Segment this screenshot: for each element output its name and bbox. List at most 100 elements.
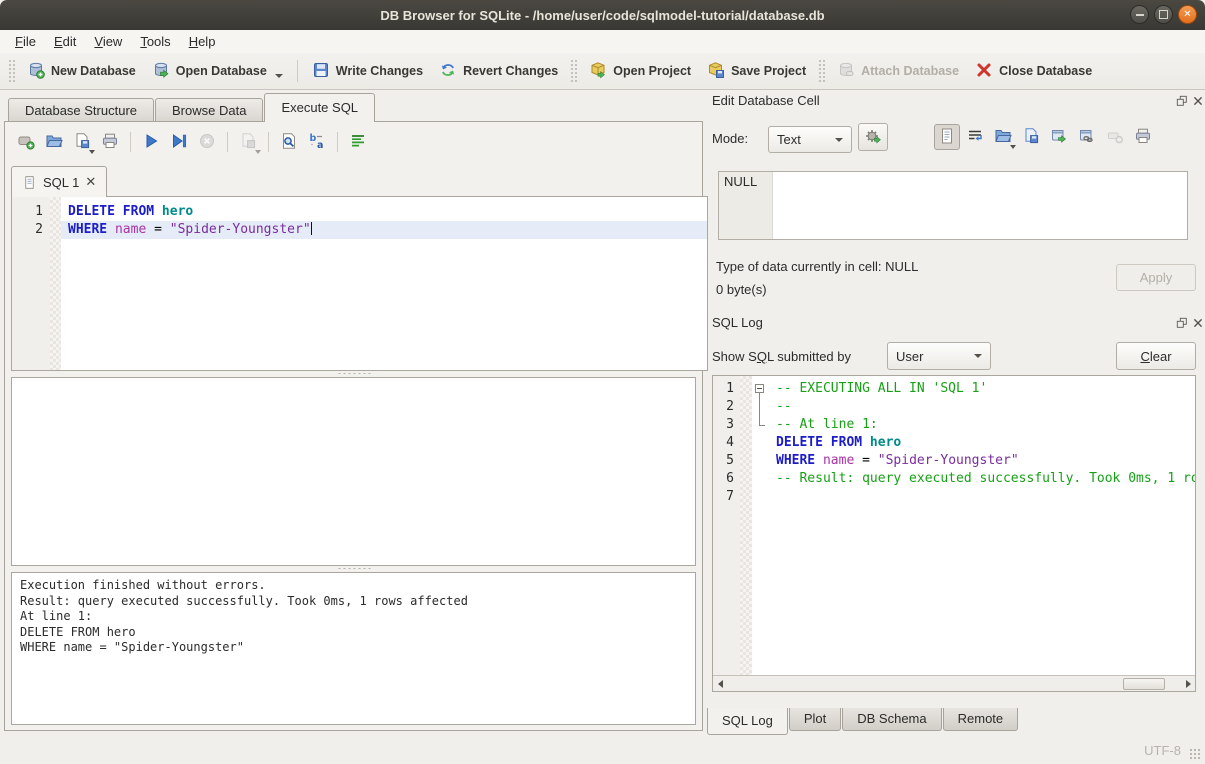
main-tab[interactable]: Browse Data <box>155 98 263 122</box>
menu-item[interactable]: View <box>85 32 131 51</box>
print-cell-button[interactable] <box>1130 124 1156 150</box>
sql-document-tab[interactable]: SQL 1 ✕ <box>11 166 107 197</box>
scrollbar-thumb[interactable] <box>1123 678 1165 690</box>
revert-changes-button[interactable]: Revert Changes <box>431 57 566 86</box>
copy-link-button[interactable] <box>1074 124 1100 150</box>
fold-marker[interactable] <box>752 470 769 488</box>
toolbar-drag-handle <box>818 59 825 83</box>
menu-item[interactable]: Help <box>180 32 225 51</box>
titlebar[interactable]: DB Browser for SQLite - /home/user/code/… <box>0 0 1205 30</box>
print-icon <box>101 132 119 153</box>
log-filter-select[interactable]: User <box>887 342 991 370</box>
scroll-right-icon[interactable] <box>1181 677 1195 691</box>
fold-marker[interactable] <box>752 380 769 398</box>
new-sql-tab-icon <box>17 132 35 153</box>
maximize-button[interactable] <box>1154 5 1173 24</box>
execution-message-pane[interactable]: Execution finished without errors.Result… <box>11 572 696 725</box>
close-panel-icon[interactable] <box>1192 95 1204 107</box>
export-data-button[interactable] <box>1018 124 1044 150</box>
code-line: 3 -- At line 1: <box>713 416 1195 434</box>
open-database-button[interactable]: Open Database <box>144 57 291 86</box>
apply-gear-button[interactable] <box>858 123 888 151</box>
line-number: 2 <box>713 398 740 416</box>
open-project-button[interactable]: Open Project <box>581 57 699 86</box>
dock-tab[interactable]: DB Schema <box>842 708 941 731</box>
menu-item[interactable]: Tools <box>131 32 179 51</box>
cell-size-text: 0 byte(s) <box>716 282 767 297</box>
execute-sql-pane: SQL 1 ✕ 1 DELETE FROM hero 2 WHERE name … <box>4 121 703 731</box>
splitter-handle[interactable] <box>337 372 371 375</box>
menu-item[interactable]: Edit <box>45 32 85 51</box>
stop-button[interactable] <box>194 129 220 155</box>
close-panel-icon[interactable] <box>1192 317 1204 329</box>
revert-changes-icon <box>439 61 457 82</box>
clear-log-button[interactable]: Clear <box>1116 342 1196 370</box>
find-replace-button[interactable] <box>304 129 330 155</box>
fold-marker[interactable] <box>752 488 769 506</box>
attach-database-button[interactable]: Attach Database <box>829 57 967 86</box>
dropdown-caret-icon <box>835 138 843 142</box>
sql-editor[interactable]: 1 DELETE FROM hero 2 WHERE name = "Spide… <box>11 196 708 371</box>
dropdown-caret-icon <box>1010 145 1016 149</box>
main-tab[interactable]: Database Structure <box>8 98 154 122</box>
line-number: 4 <box>713 434 740 452</box>
close-button[interactable]: ✕ <box>1178 5 1197 24</box>
toolbar-drag-handle <box>8 59 15 83</box>
resize-grip[interactable] <box>1189 748 1201 760</box>
mode-select[interactable]: Text <box>768 126 852 153</box>
text-cursor <box>311 222 313 235</box>
fold-marker[interactable] <box>752 452 769 470</box>
close-database-icon <box>975 61 993 82</box>
open-external-button[interactable] <box>1046 124 1072 150</box>
execute-line-button[interactable] <box>166 129 192 155</box>
open-sql-file-button[interactable] <box>41 129 67 155</box>
dropdown-caret-icon[interactable] <box>275 74 283 78</box>
find-button[interactable] <box>276 129 302 155</box>
open-database-icon <box>152 61 170 82</box>
undock-panel-icon[interactable] <box>1176 317 1188 329</box>
write-changes-button[interactable]: Write Changes <box>304 57 431 86</box>
undock-panel-icon[interactable] <box>1176 95 1188 107</box>
dropdown-caret-icon <box>255 150 261 154</box>
text-mode-button[interactable] <box>934 124 960 150</box>
fold-marker[interactable] <box>752 398 769 416</box>
splitter-handle[interactable] <box>337 567 371 570</box>
copy-link-icon <box>1078 127 1096 148</box>
new-sql-tab-button[interactable] <box>13 129 39 155</box>
horizontal-scrollbar[interactable] <box>713 675 1195 691</box>
sql-log-panel-title: SQL Log <box>712 315 763 330</box>
new-database-button[interactable]: New Database <box>19 57 144 86</box>
results-pane[interactable] <box>11 377 696 566</box>
scroll-left-icon[interactable] <box>713 677 727 691</box>
sql-log-view[interactable]: 1 -- EXECUTING ALL IN 'SQL 1' 2 -- 3 -- … <box>712 375 1196 692</box>
dock-tab[interactable]: SQL Log <box>707 708 788 735</box>
dropdown-caret-icon <box>974 354 982 358</box>
code-line: 6 -- Result: query executed successfully… <box>713 470 1195 488</box>
save-results-button[interactable] <box>235 129 261 155</box>
cell-editor[interactable]: NULL <box>718 171 1188 240</box>
minimize-button[interactable] <box>1130 5 1149 24</box>
save-project-button[interactable]: Save Project <box>699 57 814 86</box>
set-null-button[interactable] <box>1102 124 1128 150</box>
format-sql-button[interactable] <box>345 129 371 155</box>
word-wrap-button[interactable] <box>962 124 988 150</box>
dock-tab-bar: SQL LogPlotDB SchemaRemote <box>707 708 1019 735</box>
execute-all-button[interactable] <box>138 129 164 155</box>
save-sql-file-button[interactable] <box>69 129 95 155</box>
import-data-button[interactable] <box>990 124 1016 150</box>
apply-button[interactable]: Apply <box>1116 264 1196 291</box>
line-number: 7 <box>713 488 740 506</box>
print-button[interactable] <box>97 129 123 155</box>
close-tab-icon[interactable]: ✕ <box>85 174 96 190</box>
line-number: 2 <box>12 221 50 239</box>
main-tab[interactable]: Execute SQL <box>264 93 375 122</box>
close-database-button[interactable]: Close Database <box>967 57 1100 86</box>
fold-marker[interactable] <box>752 434 769 452</box>
cell-type-text: Type of data currently in cell: NULL <box>716 259 918 274</box>
dock-tab[interactable]: Plot <box>789 708 841 731</box>
fold-marker[interactable] <box>752 416 769 434</box>
menu-item[interactable]: File <box>6 32 45 51</box>
window-title: DB Browser for SQLite - /home/user/code/… <box>380 8 824 23</box>
dock-tab[interactable]: Remote <box>943 708 1019 731</box>
open-external-icon <box>1050 127 1068 148</box>
